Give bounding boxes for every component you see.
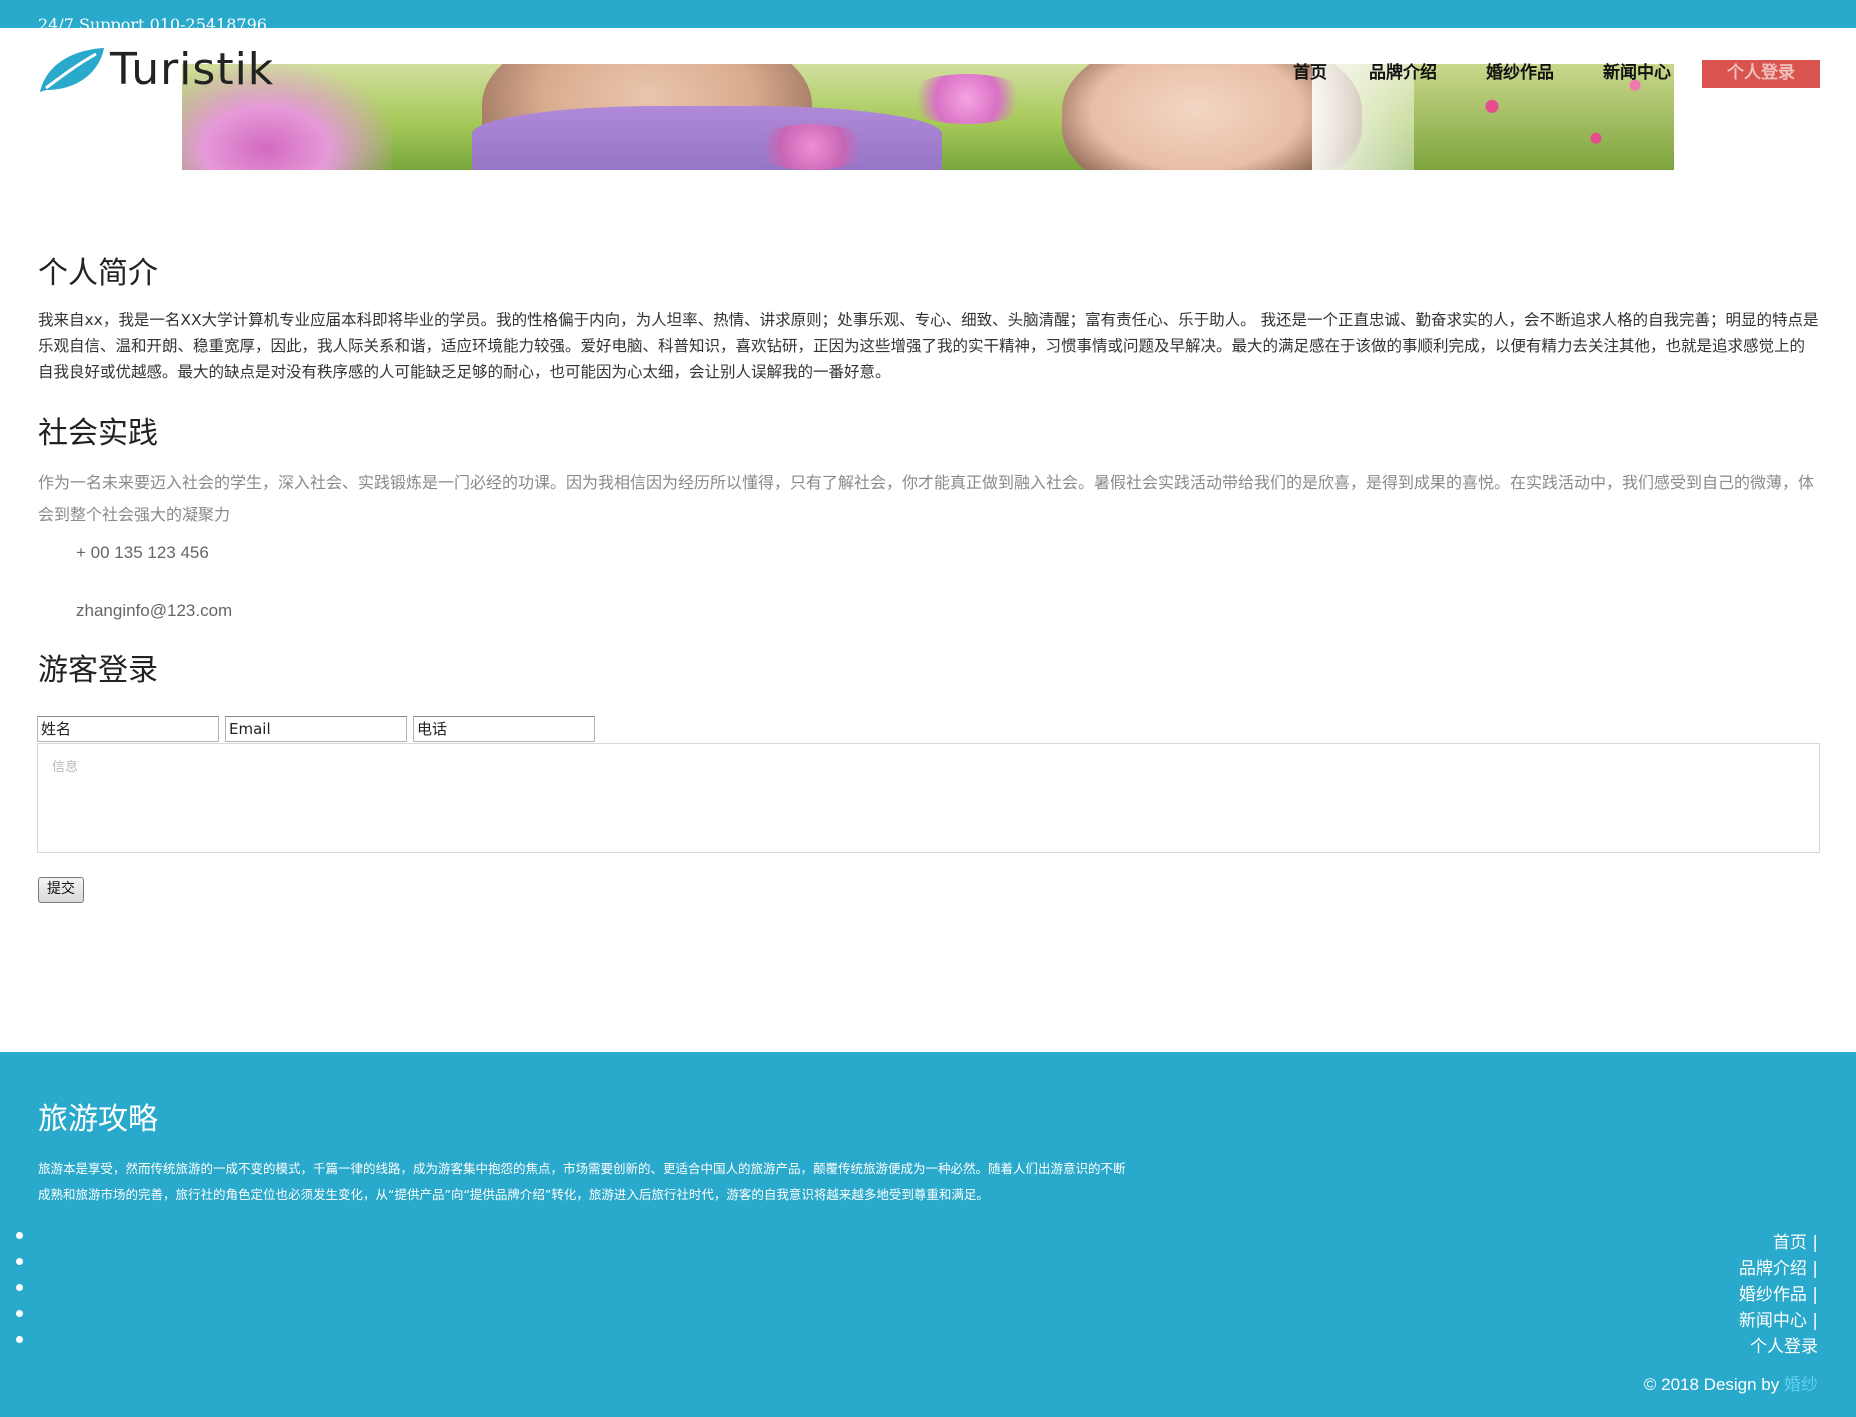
contact-phone: + 00 135 123 456 [76, 543, 209, 562]
footer-link-news-center[interactable]: 新闻中心 | [1739, 1308, 1818, 1334]
footer-links: 首页 | 品牌介绍 | 婚纱作品 | 新闻中心 | 个人登录 [1739, 1230, 1818, 1360]
about-title: 个人简介 [38, 256, 158, 291]
guest-login-title: 游客登录 [38, 653, 158, 688]
bullet-icon [16, 1284, 23, 1291]
nav-brand-intro[interactable]: 品牌介绍 [1369, 60, 1437, 88]
bullet-icon [16, 1310, 23, 1317]
copyright-link[interactable]: 婚纱 [1784, 1375, 1818, 1394]
message-textarea[interactable]: 信息 [37, 743, 1820, 853]
footer-link-home[interactable]: 首页 | [1739, 1230, 1818, 1256]
email-input[interactable]: Email [225, 716, 407, 742]
footer-text: 旅游本是享受，然而传统旅游的一成不变的模式，千篇一律的线路，成为游客集中抱怨的焦… [38, 1161, 1126, 1202]
bullet-icon [16, 1258, 23, 1265]
name-input[interactable]: 姓名 [37, 716, 219, 742]
contact-email[interactable]: zhanginfo@123.com [76, 601, 232, 621]
copyright: © 2018 Design by 婚纱 [1644, 1370, 1818, 1395]
top-bar: 24/7 Support 010-25418796 [0, 0, 1856, 34]
about-text: 我来自xx，我是一名XX大学计算机专业应届本科即将毕业的学员。我的性格偏于内向，… [38, 311, 1819, 381]
footer-link-brand-intro[interactable]: 品牌介绍 | [1739, 1256, 1818, 1282]
submit-button[interactable]: 提交 [38, 877, 84, 903]
message-placeholder: 信息 [52, 760, 79, 775]
footer-link-wedding-works[interactable]: 婚纱作品 | [1739, 1282, 1818, 1308]
practice-title: 社会实践 [38, 416, 158, 451]
support-phone-text: 24/7 Support 010-25418796 [38, 15, 267, 34]
footer-title: 旅游攻略 [38, 1102, 158, 1137]
login-button[interactable]: 个人登录 [1702, 60, 1820, 88]
footer-link-login[interactable]: 个人登录 [1739, 1334, 1818, 1360]
main-nav: 首页 品牌介绍 婚纱作品 新闻中心 个人登录 [0, 60, 1856, 88]
phone-input[interactable]: 电话 [413, 716, 595, 742]
footer: 旅游攻略 旅游本是享受，然而传统旅游的一成不变的模式，千篇一律的线路，成为游客集… [0, 1052, 1856, 1417]
practice-text: 作为一名未来要迈入社会的学生，深入社会、实践锻炼是一门必经的功课。因为我相信因为… [38, 473, 1815, 524]
nav-home[interactable]: 首页 [1293, 60, 1327, 88]
footer-bullets [16, 1232, 23, 1362]
nav-news-center[interactable]: 新闻中心 [1603, 60, 1671, 88]
bullet-icon [16, 1336, 23, 1343]
copyright-text: © 2018 Design by [1643, 1375, 1780, 1394]
bullet-icon [16, 1232, 23, 1239]
nav-wedding-works[interactable]: 婚纱作品 [1486, 60, 1554, 88]
